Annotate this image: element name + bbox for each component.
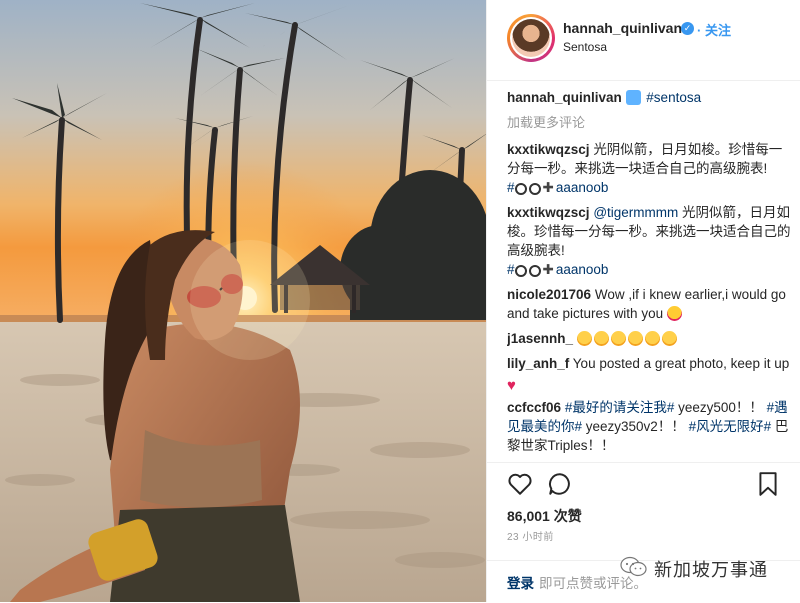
comment-author[interactable]: nicole201706 <box>507 287 591 302</box>
watch-emoji-icon <box>528 265 541 277</box>
bookmark-icon[interactable] <box>755 471 781 497</box>
wechat-watermark: 新加坡万事通 <box>620 550 800 586</box>
hashtag-link[interactable]: #最好的请关注我# <box>565 400 675 415</box>
hashtag-link[interactable]: #风光无限好# <box>689 419 772 434</box>
post-header: hannah_quinlivan ✓ · 关注 Sentosa <box>487 0 800 81</box>
hashtag-link[interactable]: # <box>507 180 515 195</box>
watch-emoji-icon <box>514 183 527 195</box>
user-mention-link[interactable]: aaanoob <box>556 262 609 277</box>
beach-umbrella-emoji-icon <box>625 90 641 105</box>
load-more-comments-button[interactable]: 加载更多评论 <box>507 113 795 132</box>
post-timestamp: 23 小时前 <box>507 532 554 543</box>
kissing-face-emoji-icon <box>593 331 609 346</box>
cross-emoji-icon: ✚ <box>542 180 554 195</box>
user-mention-link[interactable]: @tigermmmm <box>593 205 678 220</box>
kissing-face-emoji-icon <box>644 331 660 346</box>
follow-button[interactable]: · 关注 <box>697 20 731 39</box>
like-heart-icon[interactable] <box>507 471 533 497</box>
heart-eyes-emoji-icon <box>666 306 682 321</box>
watch-emoji-icon <box>528 183 541 195</box>
kissing-face-emoji-icon <box>576 331 592 346</box>
wechat-logo-icon <box>620 556 647 577</box>
watch-emoji-icon <box>514 265 527 277</box>
user-mention-link[interactable]: aaanoob <box>556 180 609 195</box>
comment-author[interactable]: lily_anh_f <box>507 356 569 371</box>
comment-item: lily_anh_f You posted a great photo, kee… <box>507 354 795 394</box>
caption: hannah_quinlivan #sentosa <box>507 88 795 107</box>
post-actions <box>487 462 800 505</box>
watermark-text: 新加坡万事通 <box>654 560 768 580</box>
comment-author[interactable]: kxxtikwqzscj <box>507 205 590 220</box>
location-link[interactable]: Sentosa <box>563 40 607 54</box>
like-count[interactable]: 86,001 次赞 <box>507 506 582 526</box>
comment-bubble-icon[interactable] <box>547 471 573 497</box>
red-heart-emoji-icon: ♥ <box>507 377 516 394</box>
comment-item: kxxtikwqzscj 光阴似箭，日月如梭。珍惜每一分每一秒。来挑选一块适合自… <box>507 140 795 197</box>
sunset-beach-image <box>0 0 486 602</box>
comment-item: nicole201706 Wow ,if i knew earlier,i wo… <box>507 285 795 323</box>
avatar[interactable] <box>507 14 555 62</box>
comment-text: yeezy350v2！！ <box>582 419 685 434</box>
comment-item: kxxtikwqzscj @tigermmmm 光阴似箭，日月如梭。珍惜每一分每… <box>507 203 795 279</box>
kissing-face-emoji-icon <box>627 331 643 346</box>
kissing-face-emoji-icon <box>610 331 626 346</box>
login-link[interactable]: 登录 <box>507 572 534 592</box>
verified-badge-icon: ✓ <box>681 22 694 35</box>
comment-item: j1asennh_ <box>507 329 795 348</box>
comment-text: yeezy500！！ <box>674 400 763 415</box>
comment-author[interactable]: ccfccf06 <box>507 400 561 415</box>
cross-emoji-icon: ✚ <box>542 262 554 277</box>
post-photo[interactable] <box>0 0 486 602</box>
comment-text: You posted a great photo, keep it up <box>572 356 790 371</box>
comment-author[interactable]: kxxtikwqzscj <box>507 142 590 157</box>
hashtag-link[interactable]: #sentosa <box>646 90 701 105</box>
hashtag-link[interactable]: # <box>507 262 515 277</box>
comments-list: hannah_quinlivan #sentosa 加载更多评论 kxxtikw… <box>507 88 795 460</box>
kissing-face-emoji-icon <box>661 331 677 346</box>
author-username[interactable]: hannah_quinlivan <box>563 20 682 36</box>
comment-author[interactable]: hannah_quinlivan <box>507 90 622 105</box>
comment-author[interactable]: j1asennh_ <box>507 331 573 346</box>
post-side-panel: hannah_quinlivan ✓ · 关注 Sentosa hannah_q… <box>486 0 800 602</box>
comment-item: ccfccf06 #最好的请关注我# yeezy500！！ #遇见最美的你# y… <box>507 398 795 455</box>
